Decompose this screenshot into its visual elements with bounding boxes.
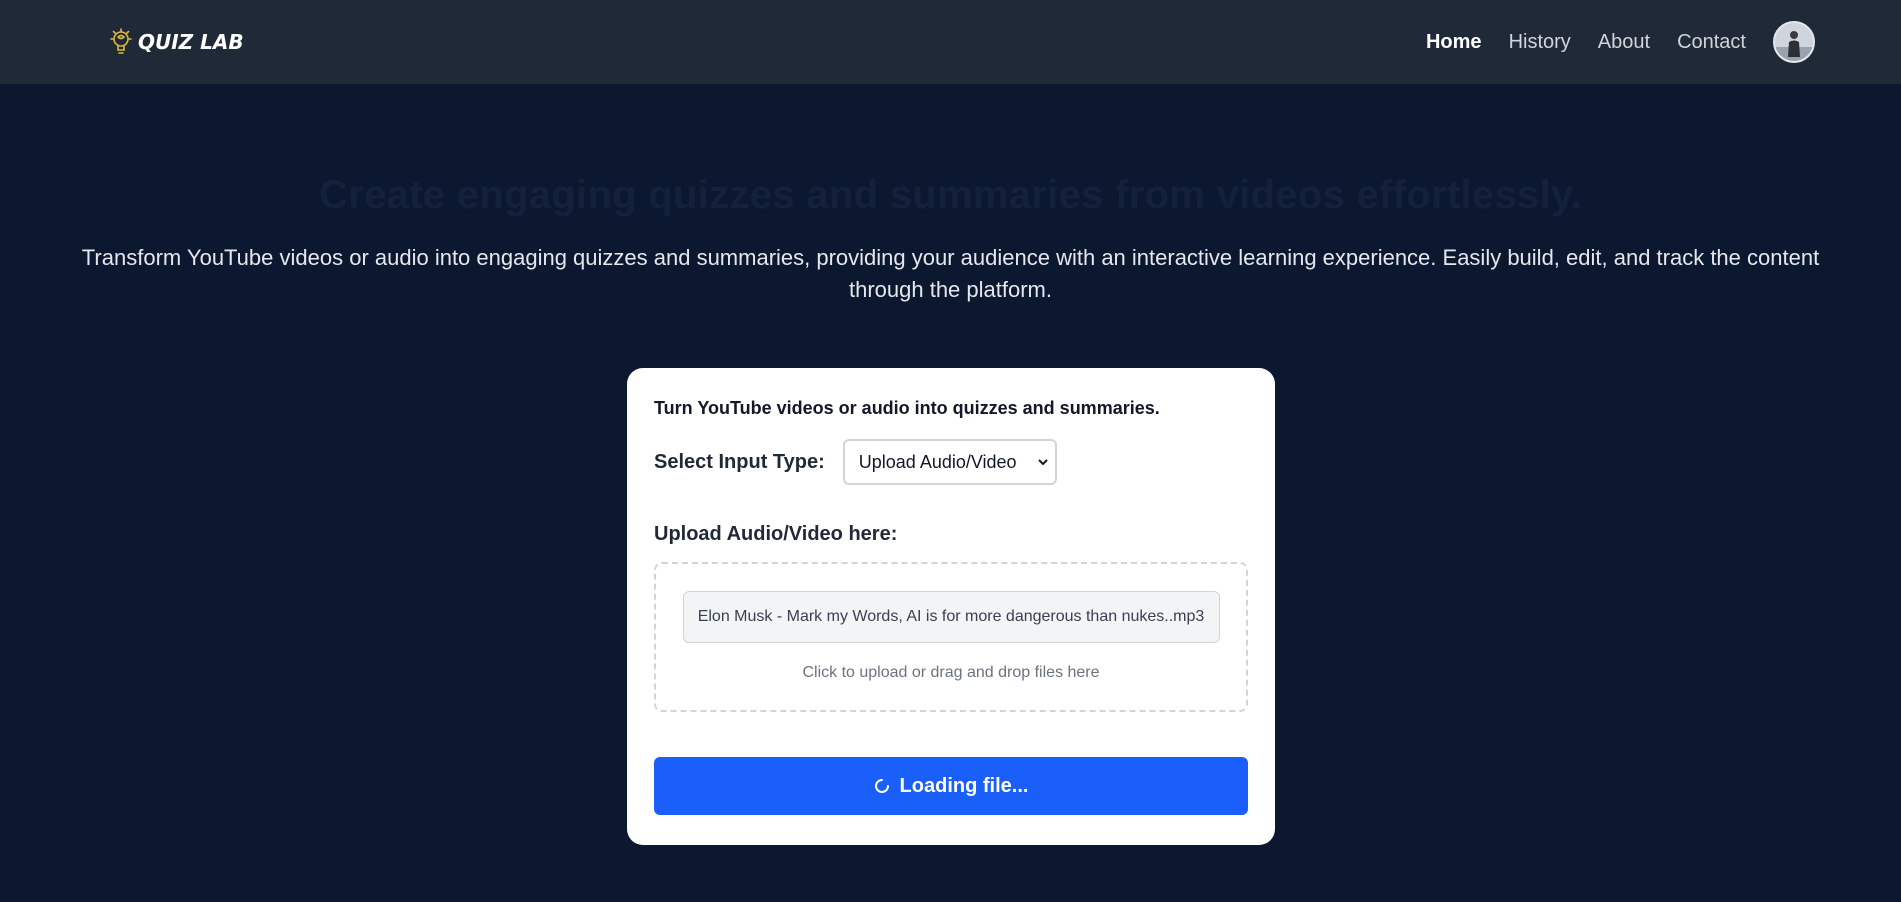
user-avatar[interactable] — [1773, 21, 1815, 63]
input-type-row: Select Input Type: Upload Audio/Video — [654, 439, 1248, 485]
navbar: QUIZ LAB Home History About Contact — [0, 0, 1901, 84]
brand-logo[interactable]: QUIZ LAB — [108, 27, 244, 57]
nav-links: Home History About Contact — [1426, 21, 1815, 63]
hero-description: Transform YouTube videos or audio into e… — [81, 245, 1820, 302]
nav-link-contact[interactable]: Contact — [1677, 31, 1746, 54]
nav-link-history[interactable]: History — [1509, 31, 1571, 54]
nav-link-home[interactable]: Home — [1426, 31, 1482, 54]
dropzone-hint: Click to upload or drag and drop files h… — [802, 664, 1100, 681]
input-type-value: Upload Audio/Video — [858, 451, 1017, 472]
upload-card: Turn YouTube videos or audio into quizze… — [627, 368, 1275, 845]
user-avatar-image — [1775, 23, 1813, 61]
spinner-icon — [874, 779, 889, 793]
loading-button[interactable]: Loading file... — [654, 757, 1248, 815]
hero-title: Create engaging quizzes and summaries fr… — [319, 173, 1582, 217]
hero: Create engaging quizzes and summaries fr… — [0, 173, 1901, 306]
input-type-label: Select Input Type: — [654, 450, 825, 473]
input-type-select[interactable]: Upload Audio/Video — [842, 439, 1057, 485]
nav-link-about[interactable]: About — [1598, 31, 1650, 54]
file-dropzone[interactable]: Elon Musk - Mark my Words, AI is for mor… — [654, 562, 1248, 712]
loading-button-label: Loading file... — [899, 774, 1029, 797]
selected-file-field[interactable]: Elon Musk - Mark my Words, AI is for mor… — [682, 591, 1220, 643]
brand-name: QUIZ LAB — [138, 30, 244, 54]
upload-label: Upload Audio/Video here: — [654, 523, 898, 545]
chevron-down-icon — [1038, 459, 1048, 466]
lightbulb-brain-icon — [110, 28, 132, 54]
card-heading: Turn YouTube videos or audio into quizze… — [654, 398, 1160, 418]
